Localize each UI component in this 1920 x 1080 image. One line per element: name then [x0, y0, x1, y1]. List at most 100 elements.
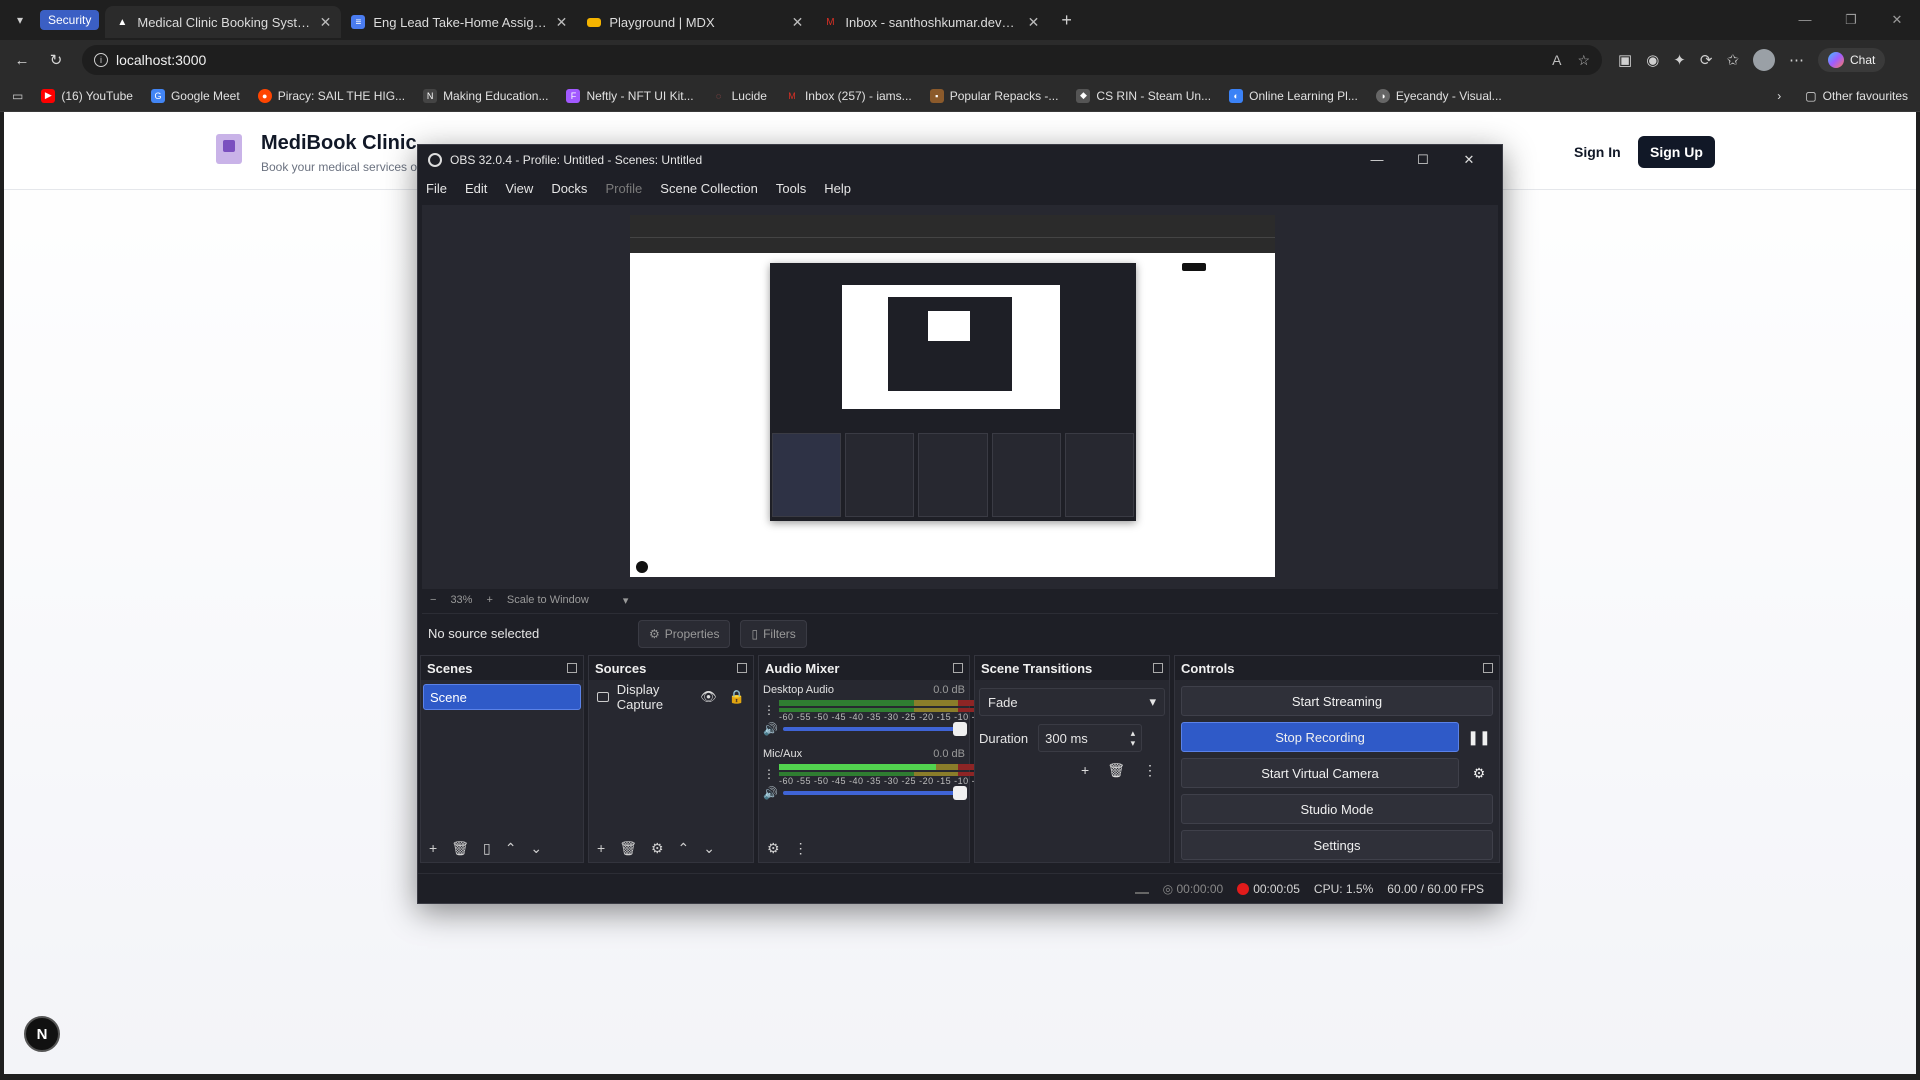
more-menu-icon[interactable]: ⋯ [1789, 51, 1804, 69]
move-down-icon[interactable]: ⌄ [530, 840, 542, 857]
duration-input[interactable]: 300 ms ▴ ▾ [1038, 724, 1143, 752]
filter-icon[interactable]: ▯ [483, 840, 491, 857]
tab-eng-lead[interactable]: ≡ Eng Lead Take-Home Assignment ✕ [341, 6, 577, 38]
scale-mode[interactable]: Scale to Window [507, 594, 589, 606]
profile-avatar[interactable] [1753, 49, 1776, 71]
other-favourites[interactable]: ▢ Other favourites [1805, 89, 1908, 103]
menu-view[interactable]: View [505, 181, 533, 196]
bookmark-inbox[interactable]: M Inbox (257) - iams... [785, 89, 911, 103]
trash-icon[interactable]: 🗑 [1107, 762, 1125, 779]
advanced-audio-gear-icon[interactable]: ⚙ [767, 840, 780, 857]
dock-popout-icon[interactable] [737, 663, 747, 673]
tab-list-chevron-icon[interactable]: ▾ [0, 0, 40, 40]
address-bar[interactable]: i localhost:3000 A ☆ [82, 45, 1602, 75]
bookmark-cs-rin[interactable]: ◆ CS RIN - Steam Un... [1076, 88, 1211, 103]
pause-icon[interactable]: ❚❚ [1465, 722, 1493, 752]
trash-icon[interactable]: 🗑 [451, 840, 469, 857]
start-virtual-camera-button[interactable]: Start Virtual Camera [1181, 758, 1459, 788]
dock-popout-icon[interactable] [1153, 663, 1163, 673]
eye-icon[interactable]: 👁 [700, 689, 717, 705]
add-icon[interactable]: + [597, 840, 605, 856]
tab-mdx-playground[interactable]: Playground | MDX ✕ [577, 6, 813, 38]
bookmark-google-meet[interactable]: G Google Meet [150, 88, 240, 103]
mixer-menu-icon[interactable]: ⋮ [794, 840, 808, 857]
volume-slider[interactable] [783, 722, 967, 736]
favorites-icon[interactable]: ✩ [1726, 51, 1739, 69]
nextjs-dev-badge[interactable]: N [24, 1016, 60, 1052]
bookmarks-overflow-chevron-icon[interactable]: › [1777, 89, 1781, 103]
maximize-icon[interactable]: ☐ [1400, 152, 1446, 168]
add-icon[interactable]: + [1081, 762, 1089, 779]
chat-button[interactable]: Chat [1818, 48, 1886, 72]
close-icon[interactable]: ✕ [556, 14, 568, 31]
stop-recording-button[interactable]: Stop Recording [1181, 722, 1459, 752]
more-vertical-icon[interactable]: ⋮ [1143, 762, 1157, 779]
move-down-icon[interactable]: ⌄ [703, 840, 715, 857]
dock-popout-icon[interactable] [567, 663, 577, 673]
obs-preview[interactable] [422, 205, 1498, 589]
copilot-icon[interactable]: ◉ [1646, 51, 1659, 69]
bookmark-online-learning[interactable]: ◐ Online Learning Pl... [1229, 88, 1358, 103]
add-icon[interactable]: + [429, 840, 437, 856]
extensions-puzzle-icon[interactable]: ✦ [1673, 51, 1686, 69]
close-icon[interactable]: ✕ [792, 14, 804, 31]
bookmark-piracy[interactable]: ● Piracy: SAIL THE HIG... [257, 88, 405, 103]
gear-icon[interactable]: ⚙ [651, 840, 664, 857]
close-icon[interactable]: ✕ [1028, 14, 1040, 31]
preview-canvas[interactable] [630, 215, 1275, 577]
filters-button[interactable]: ▯ Filters [740, 619, 807, 648]
volume-slider[interactable] [783, 786, 967, 800]
site-info-icon[interactable]: i [94, 53, 108, 67]
source-item[interactable]: Display Capture 👁 🔒 [591, 682, 751, 712]
channel-menu-icon[interactable]: ⋮ [763, 767, 775, 781]
zoom-out-icon[interactable]: − [430, 594, 436, 606]
menu-docks[interactable]: Docks [551, 181, 587, 196]
studio-mode-button[interactable]: Studio Mode [1181, 794, 1493, 824]
close-icon[interactable]: ✕ [1446, 152, 1492, 168]
bookmark-sidebar-icon[interactable]: ▭ [12, 89, 23, 103]
channel-menu-icon[interactable]: ⋮ [763, 703, 775, 717]
extension-icon[interactable]: ▣ [1618, 51, 1632, 69]
zoom-in-icon[interactable]: + [486, 594, 492, 606]
favorite-star-icon[interactable]: ☆ [1577, 52, 1590, 69]
scene-item[interactable]: Scene [423, 684, 581, 710]
bookmark-making-education[interactable]: N Making Education... [423, 88, 548, 103]
menu-edit[interactable]: Edit [465, 181, 487, 196]
dock-popout-icon[interactable] [953, 663, 963, 673]
settings-button[interactable]: Settings [1181, 830, 1493, 860]
bookmark-youtube[interactable]: ▶ (16) YouTube [41, 88, 133, 103]
bookmark-neftly[interactable]: F Neftly - NFT UI Kit... [566, 88, 694, 103]
bookmark-lucide[interactable]: ◌ Lucide [712, 89, 767, 103]
transition-select[interactable]: Fade ▾ [979, 688, 1165, 716]
tab-medical-clinic[interactable]: ▲ Medical Clinic Booking System ✕ [105, 6, 342, 38]
start-streaming-button[interactable]: Start Streaming [1181, 686, 1493, 716]
move-up-icon[interactable]: ⌃ [505, 840, 517, 857]
brand-name[interactable]: MediBook Clinic [261, 132, 417, 155]
properties-button[interactable]: ⚙ Properties [638, 619, 731, 648]
menu-scene-collection[interactable]: Scene Collection [660, 181, 758, 196]
minimize-icon[interactable]: — [1354, 152, 1400, 168]
restore-icon[interactable]: ❐ [1828, 12, 1874, 28]
close-icon[interactable]: ✕ [320, 14, 332, 31]
security-chip[interactable]: Security [40, 10, 100, 30]
volume-knob[interactable] [953, 786, 967, 800]
bookmark-popular-repacks[interactable]: ▪ Popular Repacks -... [929, 88, 1058, 103]
minimize-icon[interactable]: — [1782, 12, 1828, 28]
new-tab-plus-icon[interactable]: + [1049, 10, 1084, 31]
read-aloud-icon[interactable]: A [1552, 52, 1561, 69]
menu-profile[interactable]: Profile [605, 181, 642, 196]
gear-icon[interactable]: ⚙ [1465, 758, 1493, 788]
scale-mode-chevron-icon[interactable]: ▾ [623, 594, 629, 607]
back-arrow-icon[interactable]: ← [8, 46, 36, 74]
menu-file[interactable]: File [426, 181, 447, 196]
sign-up-button[interactable]: Sign Up [1638, 136, 1715, 168]
bookmark-eyecandy[interactable]: ◑ Eyecandy - Visual... [1375, 88, 1502, 103]
lock-icon[interactable]: 🔒 [729, 689, 745, 705]
speaker-icon[interactable]: 🔊 [763, 786, 778, 800]
move-up-icon[interactable]: ⌃ [678, 840, 690, 857]
speaker-icon[interactable]: 🔊 [763, 722, 778, 736]
menu-tools[interactable]: Tools [776, 181, 806, 196]
close-window-icon[interactable]: ✕ [1874, 12, 1920, 28]
reload-icon[interactable]: ↻ [42, 46, 70, 74]
volume-knob[interactable] [953, 722, 967, 736]
